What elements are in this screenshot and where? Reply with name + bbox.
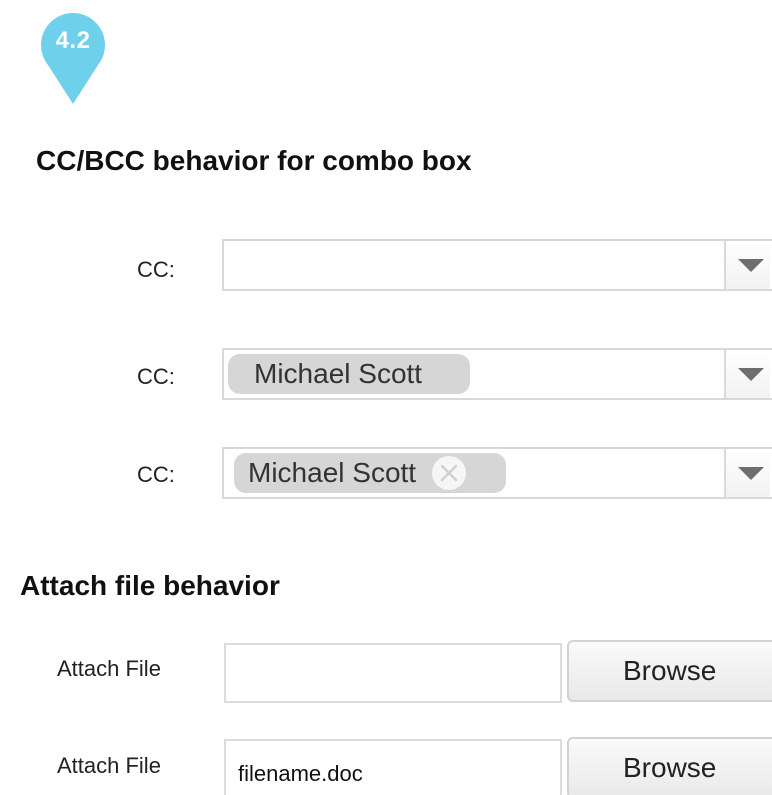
browse-button-label: Browse bbox=[623, 655, 717, 686]
attach-file-label: Attach File bbox=[57, 753, 161, 778]
attach-section-title: Attach file behavior bbox=[20, 570, 280, 601]
triangle-down-icon bbox=[738, 367, 764, 381]
cc-combo-box-empty[interactable] bbox=[222, 239, 772, 291]
browse-button[interactable]: Browse bbox=[567, 640, 772, 702]
triangle-down-icon bbox=[738, 466, 764, 480]
recipient-chip-label: Michael Scott bbox=[254, 358, 423, 389]
cc-dropdown-button[interactable] bbox=[724, 241, 770, 289]
browse-button[interactable]: Browse bbox=[567, 737, 772, 795]
chip-remove-button[interactable] bbox=[432, 456, 467, 490]
attach-file-field[interactable] bbox=[224, 643, 562, 703]
recipient-chip-label: Michael Scott bbox=[248, 457, 417, 488]
browse-button-label: Browse bbox=[623, 752, 717, 783]
attach-file-field[interactable]: filename.doc bbox=[224, 739, 562, 795]
recipient-chip[interactable]: Michael Scott bbox=[228, 354, 470, 394]
cc-combo-box-with-chip[interactable]: Michael Scott bbox=[222, 348, 772, 400]
circle-x-icon bbox=[440, 464, 458, 482]
cc-dropdown-button[interactable] bbox=[724, 350, 770, 398]
cc-label: CC: bbox=[137, 364, 175, 389]
triangle-down-icon bbox=[738, 258, 764, 272]
step-marker-label: 4.2 bbox=[55, 27, 91, 54]
cc-section-title: CC/BCC behavior for combo box bbox=[36, 145, 472, 176]
cc-combo-box-removable-chip[interactable]: Michael Scott bbox=[222, 447, 772, 499]
cc-label: CC: bbox=[137, 257, 175, 282]
page: 4.2 CC/BCC behavior for combo box CC: CC… bbox=[0, 0, 772, 795]
cc-label: CC: bbox=[137, 462, 175, 487]
cc-dropdown-button[interactable] bbox=[724, 449, 770, 497]
step-marker-pin-icon: 4.2 bbox=[40, 13, 106, 105]
attach-file-label: Attach File bbox=[57, 656, 161, 681]
recipient-chip-hover[interactable]: Michael Scott bbox=[234, 453, 506, 493]
